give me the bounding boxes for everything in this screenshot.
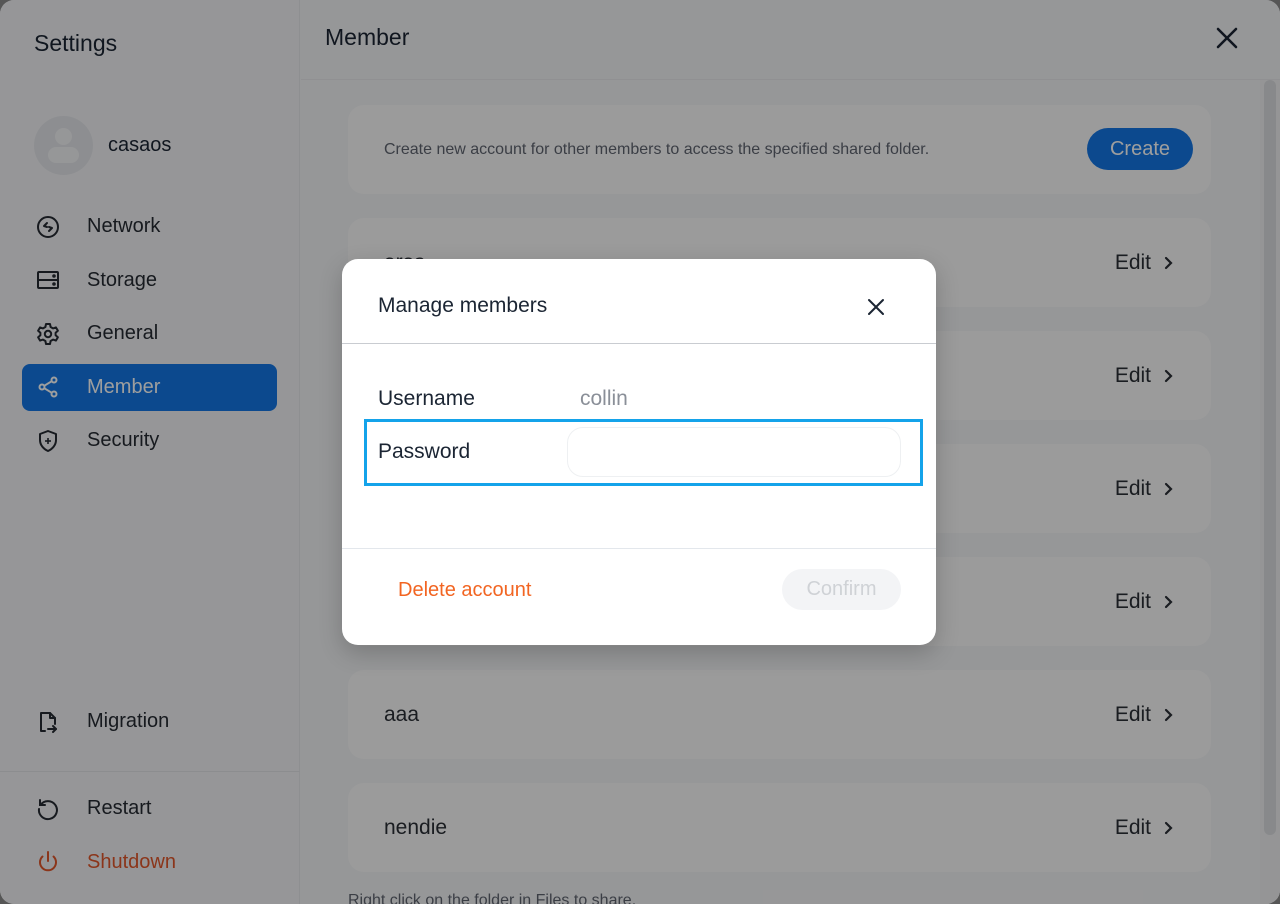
dialog-title: Manage members [378,294,548,317]
confirm-button[interactable]: Confirm [782,569,901,610]
password-label: Password [378,440,471,463]
dialog-close-button[interactable] [865,296,887,318]
dialog-header: Manage members [342,259,936,344]
close-icon [868,299,884,315]
delete-account-button[interactable]: Delete account [398,579,531,602]
password-input[interactable] [567,427,901,477]
username-value: collin [580,387,628,410]
manage-members-dialog: Manage members Username collin Password … [342,259,936,645]
dialog-divider [342,548,936,549]
username-label: Username [378,387,475,410]
